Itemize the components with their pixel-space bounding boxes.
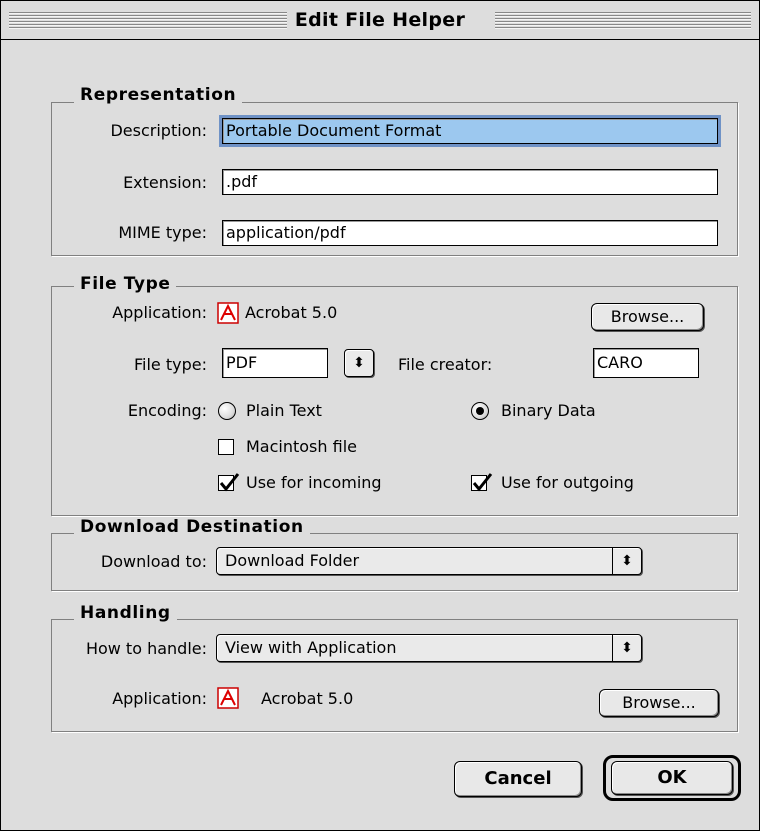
mime-type-label: MIME type: xyxy=(118,223,207,242)
download-to-label: Download to: xyxy=(100,552,207,571)
title-bar[interactable]: Edit File Helper xyxy=(1,1,759,40)
description-label: Description: xyxy=(110,121,207,140)
how-to-handle-popup[interactable]: View with Application ⬍ xyxy=(216,634,642,662)
incoming-label[interactable]: Use for incoming xyxy=(246,473,382,493)
title-stripes-right xyxy=(495,12,751,29)
acrobat-icon xyxy=(217,302,239,324)
file-creator-field[interactable]: CARO xyxy=(593,348,699,378)
ok-button[interactable]: OK xyxy=(611,761,733,795)
dialog-window: Edit File Helper Representation Descript… xyxy=(0,0,760,831)
acrobat-icon xyxy=(217,687,239,709)
browse-button[interactable]: Browse... xyxy=(591,303,704,331)
file-creator-label: File creator: xyxy=(398,355,493,374)
extension-field[interactable]: .pdf xyxy=(222,169,718,195)
download-title: Download Destination xyxy=(74,517,310,537)
outgoing-label[interactable]: Use for outgoing xyxy=(501,473,634,493)
binary-data-label[interactable]: Binary Data xyxy=(501,401,596,421)
description-field[interactable]: Portable Document Format xyxy=(219,115,721,147)
handling-application-label: Application: xyxy=(112,689,207,708)
download-to-popup[interactable]: Download Folder ⬍ xyxy=(216,547,642,575)
cancel-button[interactable]: Cancel xyxy=(454,761,582,797)
mime-type-field[interactable]: application/pdf xyxy=(222,220,718,246)
popup-arrows-icon: ⬍ xyxy=(612,635,641,661)
file-type-field[interactable]: PDF xyxy=(222,348,328,378)
application-name: Acrobat 5.0 xyxy=(245,303,338,322)
plain-text-radio[interactable] xyxy=(218,402,236,420)
plain-text-label[interactable]: Plain Text xyxy=(246,401,322,421)
window-title: Edit File Helper xyxy=(286,9,474,31)
macintosh-file-label[interactable]: Macintosh file xyxy=(246,437,357,457)
title-stripes-left xyxy=(9,12,287,29)
handling-application-name: Acrobat 5.0 xyxy=(261,689,354,708)
handling-title: Handling xyxy=(74,603,177,623)
extension-label: Extension: xyxy=(123,173,207,192)
encoding-label: Encoding: xyxy=(127,401,207,420)
file-type-label: File type: xyxy=(134,355,207,374)
application-label: Application: xyxy=(112,303,207,322)
handling-browse-button[interactable]: Browse... xyxy=(599,689,719,717)
file-type-title: File Type xyxy=(74,274,177,294)
download-to-value: Download Folder xyxy=(225,551,360,570)
how-to-handle-label: How to handle: xyxy=(85,639,207,658)
outgoing-checkbox[interactable] xyxy=(471,473,493,492)
representation-title: Representation xyxy=(74,85,243,105)
popup-arrows-icon: ⬍ xyxy=(612,548,641,574)
binary-data-radio[interactable] xyxy=(471,402,489,420)
how-to-handle-value: View with Application xyxy=(225,638,397,657)
file-type-stepper[interactable]: ⬍ xyxy=(344,349,374,377)
macintosh-file-checkbox[interactable] xyxy=(218,439,234,455)
incoming-checkbox[interactable] xyxy=(218,473,240,492)
checkmark-icon xyxy=(219,473,240,492)
checkmark-icon xyxy=(472,473,493,492)
